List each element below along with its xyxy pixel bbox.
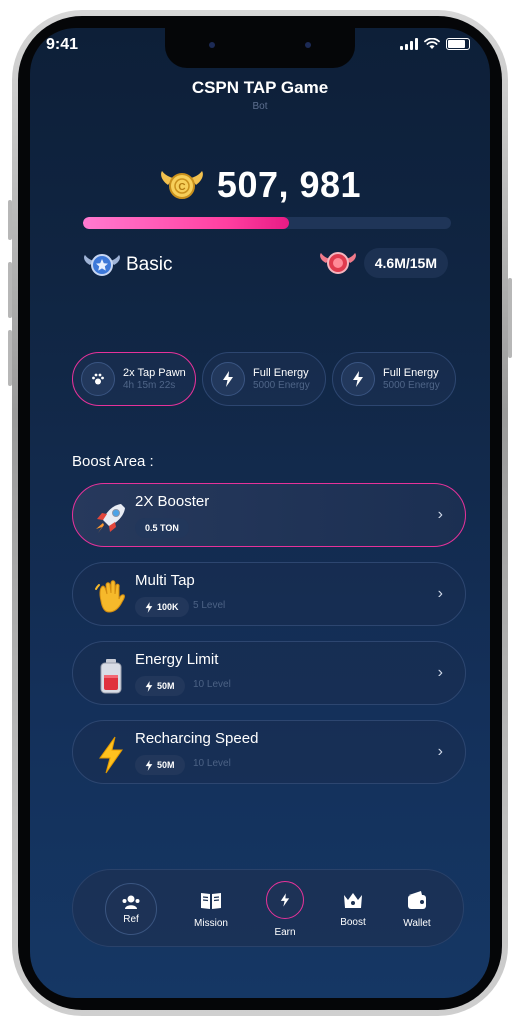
energy-indicator: 4.6M/15M (318, 248, 448, 278)
winged-coin-icon: C (159, 168, 205, 202)
chip-title: Full Energy (253, 366, 309, 379)
boost-recharging-speed[interactable]: Recharcing Speed 50M 10 Level › (72, 720, 466, 784)
silent-switch (8, 200, 12, 240)
nav-label: Boost (340, 916, 366, 928)
chip-subtitle: 5000 Energy (253, 379, 310, 391)
people-icon (122, 895, 140, 909)
nav-wallet[interactable]: Wallet (385, 870, 449, 948)
nav-earn[interactable]: Earn (253, 870, 317, 948)
boost-price: 0.5 TON (135, 518, 189, 538)
price-label: 50M (157, 760, 175, 770)
volume-down-button (8, 330, 12, 386)
boost-name: 2X Booster (135, 493, 210, 510)
svg-text:C: C (178, 182, 185, 193)
waving-hand-icon (91, 577, 131, 617)
bottom-nav: Ref Mission Earn Boost Wallet (72, 869, 464, 947)
boost-level: 10 Level (193, 679, 231, 690)
wifi-icon (424, 38, 440, 49)
price-label: 50M (157, 681, 175, 691)
progress-fill (83, 217, 290, 229)
status-icons (400, 38, 470, 50)
bolt-icon (341, 362, 375, 396)
nav-label: Earn (274, 926, 296, 938)
balance-amount: 507, 981 (216, 164, 362, 205)
sensor-dot (305, 42, 311, 48)
boost-area-title: Boost Area : (72, 453, 154, 470)
book-icon (201, 892, 221, 909)
level-name: Basic (126, 254, 173, 275)
bolt-icon (145, 601, 153, 613)
chip-tap-pawn[interactable]: 2x Tap Pawn 4h 15m 22s (72, 352, 196, 406)
bolt-icon (145, 759, 153, 771)
rocket-icon (91, 498, 131, 538)
energy-badge-icon (319, 252, 356, 274)
boost-price: 50M (135, 755, 185, 775)
energy-value: 4.6M/15M (363, 248, 448, 278)
nav-mission[interactable]: Mission (179, 870, 243, 948)
chevron-right-icon: › (437, 506, 443, 523)
bolt-icon (211, 362, 245, 396)
chip-full-energy-2[interactable]: Full Energy 5000 Energy (332, 352, 456, 406)
wallet-icon (408, 890, 426, 909)
battery-icon (446, 38, 470, 50)
perk-chips: 2x Tap Pawn 4h 15m 22s Full Energy 5000 … (72, 352, 456, 406)
nav-label: Wallet (403, 917, 431, 929)
boost-name: Recharcing Speed (135, 730, 259, 747)
camera-dot (209, 42, 215, 48)
notch (165, 28, 355, 68)
chip-title: Full Energy (383, 366, 439, 379)
chip-full-energy[interactable]: Full Energy 5000 Energy (202, 352, 326, 406)
nav-label: Mission (194, 917, 228, 929)
chip-subtitle: 4h 15m 22s (123, 379, 176, 391)
balance-progress-bar (83, 217, 451, 229)
volume-up-button (8, 262, 12, 318)
chevron-right-icon: › (437, 585, 443, 602)
level-indicator[interactable]: Basic (82, 250, 172, 280)
chip-subtitle: 5000 Energy (383, 379, 440, 391)
crown-icon (344, 892, 362, 908)
chevron-right-icon: › (437, 743, 443, 760)
nav-label: Ref (123, 913, 139, 925)
balance-row: C 507, 981 (0, 164, 520, 206)
app-title: CSPN TAP Game (191, 78, 329, 97)
boost-level: 10 Level (193, 758, 231, 769)
price-label: 100K (157, 602, 179, 612)
boost-level: 5 Level (193, 600, 226, 611)
boost-price: 100K (135, 597, 189, 617)
nav-ref[interactable]: Ref (99, 870, 163, 948)
boost-name: Multi Tap (135, 572, 195, 589)
paw-icon (81, 362, 115, 396)
boost-2x-booster[interactable]: 2X Booster 0.5 TON › (72, 483, 466, 547)
price-label: 0.5 TON (145, 523, 179, 533)
chip-title: 2x Tap Pawn (123, 366, 186, 379)
app-subtitle: Bot (252, 101, 268, 112)
nav-earn-circle (266, 880, 304, 919)
boost-name: Energy Limit (135, 651, 219, 668)
boost-price: 50M (135, 676, 185, 696)
power-button (508, 278, 512, 358)
status-time: 9:41 (46, 36, 79, 53)
bolt-icon (145, 680, 153, 692)
boost-energy-limit[interactable]: Energy Limit 50M 10 Level › (72, 641, 466, 705)
chevron-right-icon: › (437, 664, 443, 681)
signal-icon (400, 38, 418, 50)
star-badge-icon (82, 250, 122, 280)
bolt-icon (280, 892, 290, 907)
battery-icon (91, 656, 131, 696)
lightning-icon (91, 735, 131, 775)
nav-ref-circle: Ref (105, 883, 157, 935)
boost-multi-tap[interactable]: Multi Tap 100K 5 Level › (72, 562, 466, 626)
nav-boost[interactable]: Boost (321, 870, 385, 948)
